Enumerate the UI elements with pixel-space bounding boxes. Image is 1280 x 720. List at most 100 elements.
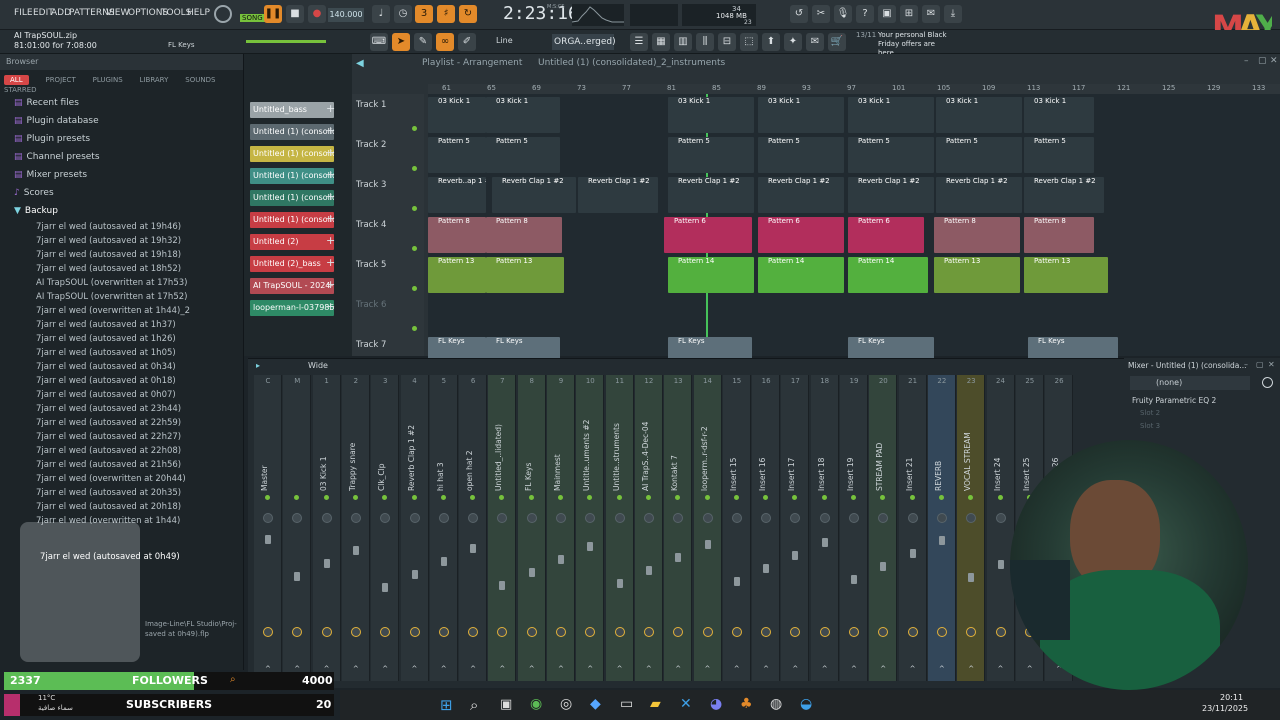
mixer-strip-name[interactable]: open hat 2 bbox=[465, 415, 477, 491]
pattern-clip[interactable]: Pattern 13 bbox=[934, 257, 1020, 293]
stereo-knob[interactable] bbox=[790, 627, 801, 637]
loop-record-icon[interactable]: ↻ bbox=[459, 5, 477, 23]
volume-fader[interactable] bbox=[968, 573, 975, 582]
route-arrow-icon[interactable]: ^ bbox=[734, 665, 740, 673]
metronome-icon[interactable]: ♩ bbox=[372, 5, 390, 23]
channel-item[interactable]: Untitled (1) (consolid... bbox=[250, 212, 334, 228]
help-icon[interactable]: ? bbox=[856, 5, 874, 23]
stereo-knob[interactable] bbox=[380, 627, 391, 637]
mixer-strip-name[interactable]: Insert 15 bbox=[729, 415, 741, 491]
mixer-strip-name[interactable]: Insert 19 bbox=[846, 415, 858, 491]
app-icon-2[interactable]: ◎ bbox=[560, 696, 572, 712]
stereo-knob[interactable] bbox=[292, 627, 303, 637]
playlist-grid[interactable]: 03 Kick 1 03 Kick 1 03 Kick 1 03 Kick 1 03 K… bbox=[428, 94, 1280, 373]
effect-slot-1[interactable]: Fruity Parametric EQ 2 bbox=[1132, 396, 1216, 405]
mixer-strip[interactable]: 3 Clk_Clp ^ bbox=[371, 375, 400, 681]
mute-led[interactable] bbox=[968, 495, 974, 500]
stereo-knob[interactable] bbox=[614, 627, 625, 637]
mixer-strip-name[interactable]: Master bbox=[260, 415, 272, 491]
stereo-knob[interactable] bbox=[468, 627, 479, 637]
effect-slot-2[interactable]: Slot 2 bbox=[1140, 409, 1160, 417]
learn-icon[interactable]: ✉ bbox=[806, 33, 824, 51]
route-arrow-icon[interactable]: ^ bbox=[910, 665, 916, 673]
backup-file-item[interactable]: 7jarr el wed (autosaved at 1h37) bbox=[0, 318, 243, 332]
taskbar-date[interactable]: 23/11/2025 bbox=[1202, 704, 1248, 713]
pattern-clip[interactable]: Reverb Clap 1 #2 bbox=[1024, 177, 1104, 213]
pencil-icon[interactable]: ✎ bbox=[414, 33, 432, 51]
piano-roll-icon[interactable]: ▦ bbox=[652, 33, 670, 51]
add-channel-icon[interactable]: + bbox=[326, 146, 335, 159]
route-arrow-icon[interactable]: ^ bbox=[499, 665, 505, 673]
route-arrow-icon[interactable]: ^ bbox=[412, 665, 418, 673]
stereo-knob[interactable] bbox=[819, 627, 830, 637]
mixer-strip-name[interactable]: Trappy snare bbox=[348, 415, 360, 491]
stereo-knob[interactable] bbox=[849, 627, 859, 637]
mixer-strip[interactable]: 2 Trappy snare ^ bbox=[341, 375, 370, 681]
stereo-knob[interactable] bbox=[409, 627, 420, 637]
backup-file-item[interactable]: 7jarr el wed (autosaved at 0h07) bbox=[0, 388, 243, 402]
route-arrow-icon[interactable]: ^ bbox=[587, 665, 593, 673]
selected-file[interactable]: 7jarr el wed (autosaved at 0h49) bbox=[40, 552, 180, 562]
mixer-strip[interactable]: 21 Insert 21 ^ bbox=[898, 375, 927, 681]
tuner-icon[interactable]: ✦ bbox=[784, 33, 802, 51]
mixer-strip-name[interactable]: Insert 24 bbox=[993, 415, 1005, 491]
backup-file-item[interactable]: 7jarr el wed (autosaved at 0h18) bbox=[0, 374, 243, 388]
mixer-strip-name[interactable]: Insert 17 bbox=[787, 415, 799, 491]
mute-led[interactable] bbox=[880, 495, 886, 500]
mixer-strip[interactable]: 7 Untitled_..lidated) ^ bbox=[488, 375, 517, 681]
pattern-clip[interactable]: 03 Kick 1 bbox=[758, 97, 844, 133]
mute-led[interactable] bbox=[411, 495, 417, 500]
channel-item[interactable]: AI TrapSOUL - 2024-... bbox=[250, 278, 334, 294]
snap-select[interactable]: Line bbox=[496, 36, 513, 45]
pattern-clip[interactable]: Pattern 5 bbox=[936, 137, 1022, 173]
pan-knob[interactable] bbox=[761, 513, 772, 523]
route-arrow-icon[interactable]: ^ bbox=[822, 665, 828, 673]
route-arrow-icon[interactable]: ^ bbox=[851, 665, 857, 673]
mute-led[interactable] bbox=[499, 495, 505, 500]
microphone-icon[interactable]: 🎙 bbox=[834, 5, 852, 23]
pattern-clip[interactable]: Pattern 13 bbox=[486, 257, 564, 293]
channel-item[interactable]: Untitled (2) bbox=[250, 234, 334, 250]
add-channel-icon[interactable]: + bbox=[326, 168, 335, 181]
tab-all[interactable]: ALL bbox=[4, 75, 29, 85]
backup-file-item[interactable]: 7jarr el wed (autosaved at 21h56) bbox=[0, 458, 243, 472]
pan-knob[interactable] bbox=[585, 513, 596, 523]
volume-fader[interactable] bbox=[294, 572, 301, 581]
plugin-icon[interactable]: ⊞ bbox=[900, 5, 918, 23]
pattern-clip[interactable]: Pattern 5 bbox=[428, 137, 486, 173]
pattern-clip[interactable]: Pattern 5 bbox=[1024, 137, 1094, 173]
mixer-strip[interactable]: 19 Insert 19 ^ bbox=[840, 375, 868, 681]
pattern-clip[interactable]: Pattern 13 bbox=[428, 257, 486, 293]
track-mute-led[interactable] bbox=[412, 126, 417, 131]
track-label[interactable]: Track 3 bbox=[356, 180, 386, 190]
tab-library[interactable]: LIBRARY bbox=[140, 76, 169, 84]
pan-knob[interactable] bbox=[643, 513, 654, 523]
volume-fader[interactable] bbox=[323, 559, 330, 568]
mute-led[interactable] bbox=[645, 495, 651, 500]
category-recent-files[interactable]: ▤ Recent files bbox=[0, 94, 243, 112]
taskbar-time[interactable]: 20:11 bbox=[1220, 693, 1243, 702]
record-mode-icon[interactable] bbox=[214, 5, 232, 23]
route-arrow-icon[interactable]: ^ bbox=[998, 665, 1004, 673]
pattern-clip[interactable]: Pattern 14 bbox=[668, 257, 754, 293]
stereo-knob[interactable] bbox=[263, 627, 273, 637]
add-channel-icon[interactable]: + bbox=[326, 124, 335, 137]
chat-icon[interactable]: ✉ bbox=[922, 5, 940, 23]
pan-knob[interactable] bbox=[380, 513, 391, 523]
mixer-strip-name[interactable]: STREAM PAD bbox=[875, 415, 887, 491]
mixer-strip-name[interactable]: Insert 25 bbox=[1022, 415, 1034, 491]
backup-file-item[interactable]: 7jarr el wed (autosaved at 20h35) bbox=[0, 486, 243, 500]
volume-fader[interactable] bbox=[851, 575, 857, 584]
pan-knob[interactable] bbox=[526, 513, 537, 523]
route-arrow-icon[interactable]: ^ bbox=[880, 665, 886, 673]
pan-knob[interactable] bbox=[350, 513, 361, 523]
stereo-knob[interactable] bbox=[585, 627, 596, 637]
mixer-strip-name[interactable]: looperm..r-dsf-r-2 bbox=[700, 415, 712, 491]
channel-rack-icon[interactable]: ▥ bbox=[674, 33, 692, 51]
pattern-clip[interactable]: 03 Kick 1 bbox=[848, 97, 934, 133]
track-mute-led[interactable] bbox=[412, 166, 417, 171]
route-arrow-icon[interactable]: ^ bbox=[441, 665, 447, 673]
volume-fader[interactable] bbox=[675, 553, 682, 562]
stereo-knob[interactable] bbox=[526, 627, 537, 637]
pan-knob[interactable] bbox=[878, 513, 889, 523]
